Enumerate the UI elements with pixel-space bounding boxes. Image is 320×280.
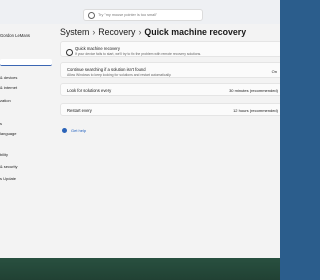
- look-for-solutions-card: Look for solutions every 30 minutes (rec…: [60, 83, 280, 96]
- continue-searching-toggle[interactable]: On: [272, 69, 277, 74]
- recovery-icon: [66, 49, 73, 56]
- sidebar-item-accounts[interactable]: s: [0, 121, 2, 126]
- sidebar-item-accessibility[interactable]: bility: [0, 152, 8, 157]
- breadcrumb-separator: ›: [138, 27, 142, 37]
- setting-title: Continue searching if a solution isn't f…: [67, 67, 146, 72]
- help-icon: [62, 128, 67, 133]
- setting-description: If your device fails to start, we'll try…: [75, 52, 202, 56]
- search-input[interactable]: Try "my mouse pointer is too small": [83, 9, 203, 21]
- sidebar-item-personalization[interactable]: zation: [0, 98, 11, 103]
- breadcrumb-recovery[interactable]: Recovery: [98, 27, 135, 37]
- breadcrumb-system[interactable]: System: [60, 27, 89, 37]
- sidebar-item-time-language[interactable]: language: [0, 131, 16, 136]
- search-placeholder: Try "my mouse pointer is too small": [98, 13, 158, 17]
- setting-title: Restart every: [67, 108, 92, 113]
- user-profile[interactable]: Gordon LeMans: [0, 28, 56, 38]
- restart-every-dropdown[interactable]: 12 hours (recommended): [233, 108, 278, 113]
- get-help-link[interactable]: Get help: [71, 128, 86, 133]
- main-content: System › Recovery › Quick machine recove…: [56, 24, 280, 258]
- restart-every-card: Restart every 12 hours (recommended): [60, 103, 280, 116]
- setting-title: Look for solutions every: [67, 88, 112, 93]
- sidebar-item-network[interactable]: & internet: [0, 85, 17, 90]
- settings-window: Try "my mouse pointer is too small" Gord…: [0, 0, 280, 258]
- continue-searching-card: Continue searching if a solution isn't f…: [60, 62, 280, 78]
- find-setting-input[interactable]: [0, 59, 52, 66]
- setting-description: Allow Windows to keep looking for soluti…: [67, 73, 172, 77]
- breadcrumb-separator: ›: [92, 27, 96, 37]
- sidebar-item-devices[interactable]: & devices: [0, 75, 17, 80]
- setting-title: Quick machine recovery: [75, 46, 120, 51]
- look-for-solutions-dropdown[interactable]: 30 minutes (recommended): [229, 88, 278, 93]
- title-bar: Try "my mouse pointer is too small": [0, 0, 280, 24]
- sidebar: Gordon LeMans & devices & internet zatio…: [0, 24, 56, 258]
- search-icon: [88, 11, 95, 19]
- user-name: Gordon LeMans: [0, 33, 31, 38]
- sidebar-item-privacy-security[interactable]: & security: [0, 164, 18, 169]
- get-help-link-row[interactable]: Get help: [62, 128, 86, 133]
- taskbar: [0, 258, 280, 280]
- sidebar-item-windows-update[interactable]: s Update: [0, 176, 16, 181]
- page-title: Quick machine recovery: [144, 27, 247, 37]
- quick-machine-recovery-card[interactable]: Quick machine recovery If your device fa…: [60, 41, 280, 57]
- breadcrumb: System › Recovery › Quick machine recove…: [60, 26, 246, 38]
